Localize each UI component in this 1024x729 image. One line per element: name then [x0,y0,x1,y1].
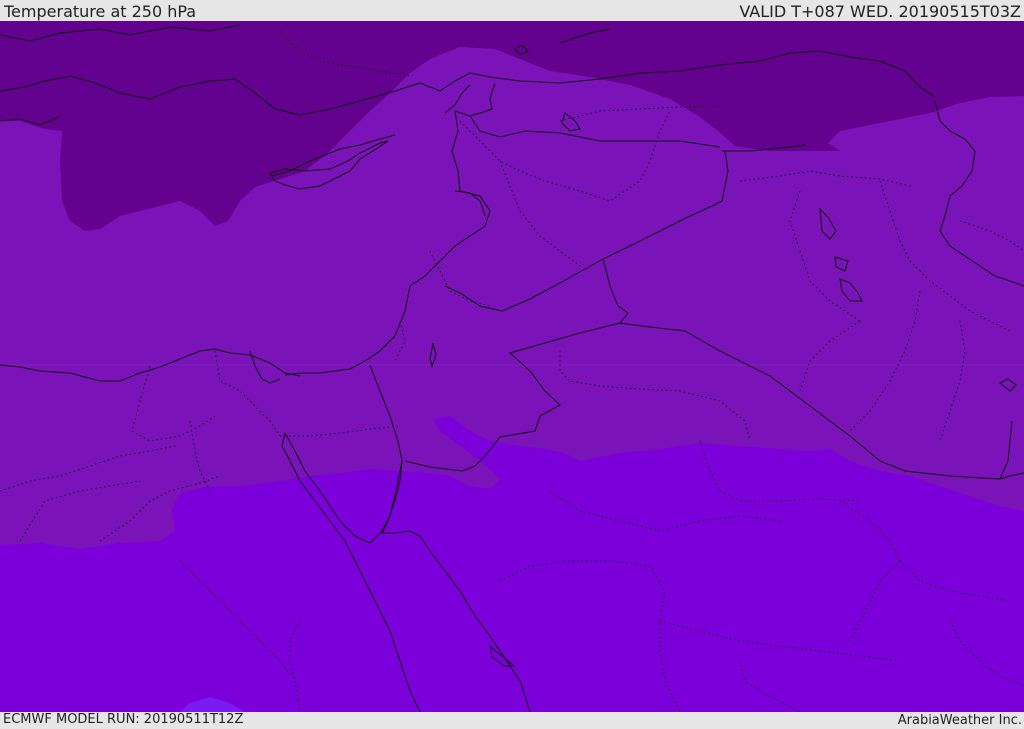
weather-map[interactable] [0,21,1024,712]
model-run-label: ECMWF MODEL RUN: 20190511T12Z [3,712,244,727]
footer-bar: ECMWF MODEL RUN: 20190511T12Z ArabiaWeat… [0,712,1024,729]
credit-label: ArabiaWeather Inc. [897,713,1022,728]
valid-time: VALID T+087 WED. 20190515T03Z [739,2,1021,21]
map-title: Temperature at 250 hPa [4,2,197,21]
map-canvas [0,21,1024,712]
header-bar: Temperature at 250 hPa VALID T+087 WED. … [0,0,1024,21]
